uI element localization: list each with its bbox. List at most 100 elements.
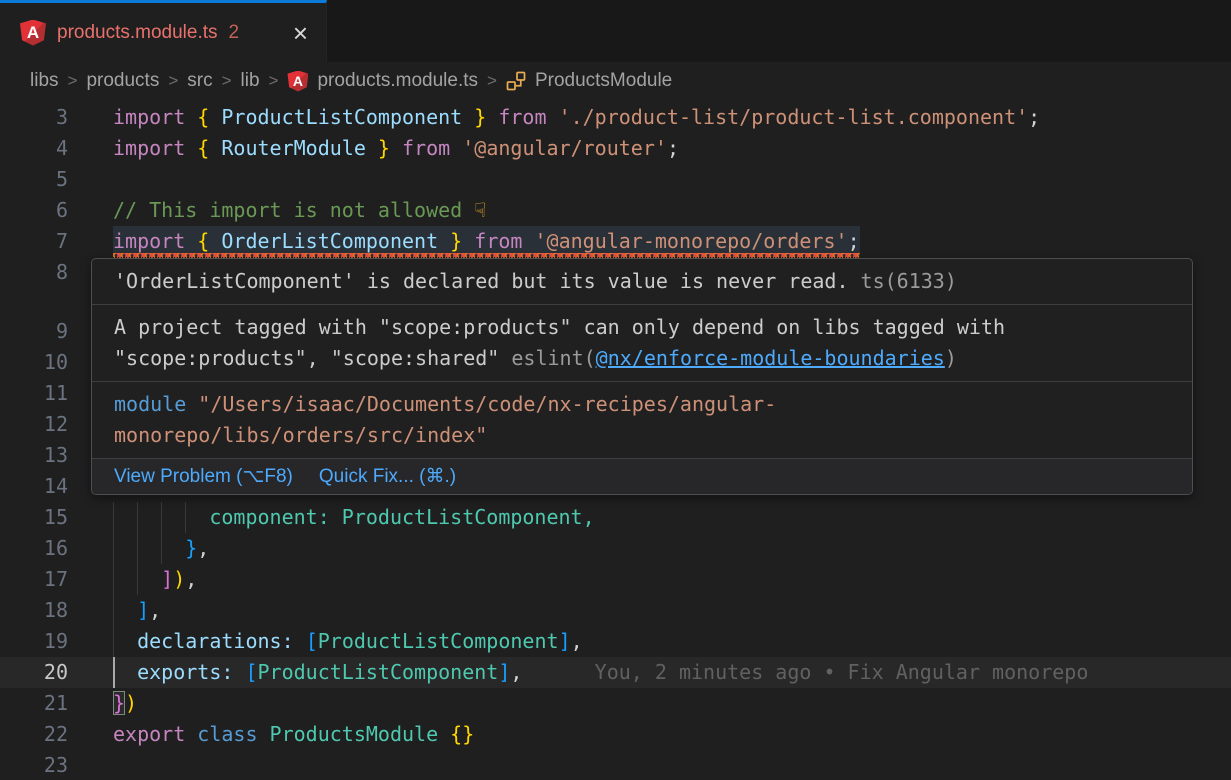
code-token: ]: [498, 660, 510, 684]
breadcrumb-item-src[interactable]: src: [187, 70, 212, 92]
code-line-content[interactable]: exports: [ProductListComponent],You, 2 m…: [113, 657, 1231, 688]
view-problem-action[interactable]: View Problem (⌥F8): [114, 465, 293, 488]
indent-guide: [137, 502, 138, 533]
code-token: ): [945, 346, 957, 370]
line-number[interactable]: 15: [0, 502, 68, 533]
code-line-20: 20 exports: [ProductListComponent],You, …: [0, 657, 1231, 688]
breadcrumb-item-lib[interactable]: lib: [241, 70, 260, 92]
error-highlighted-statement[interactable]: import { OrderListComponent } from '@ang…: [113, 226, 860, 257]
code-token: declarations:: [137, 629, 294, 653]
indent-guide: [161, 533, 162, 564]
code-line-19: 19 declarations: [ProductListComponent],: [0, 626, 1231, 657]
code-token: [294, 629, 306, 653]
tab-products-module[interactable]: A products.module.ts 2 ×: [0, 0, 327, 62]
code-line-content[interactable]: },: [113, 533, 1231, 564]
code-token: ]: [137, 598, 149, 622]
code-line-content[interactable]: ]),: [113, 564, 1231, 595]
line-number[interactable]: 17: [0, 564, 68, 595]
code-line-content[interactable]: export class ProductsModule {}: [113, 719, 1231, 750]
indent-guide: [137, 533, 138, 564]
close-icon[interactable]: ×: [289, 20, 312, 46]
indent-guide: [113, 626, 114, 657]
popup-message-line: A project tagged with "scope:products" c…: [114, 312, 1170, 343]
code-line-21: 21}): [0, 688, 1231, 719]
popup-actions: View Problem (⌥F8) Quick Fix... (⌘.): [92, 458, 1192, 494]
code-line-23: 23: [0, 750, 1231, 780]
code-line-5: 5: [0, 164, 1231, 195]
breadcrumb-item-libs[interactable]: libs: [30, 70, 59, 92]
code-token: from: [390, 136, 462, 160]
line-number[interactable]: 8: [0, 257, 68, 288]
line-number[interactable]: 3: [0, 102, 68, 133]
line-number[interactable]: 9: [0, 316, 68, 347]
line-number[interactable]: 21: [0, 688, 68, 719]
vscode-window: A products.module.ts 2 × libs > products > s…: [0, 0, 1231, 780]
code-token: RouterModule: [221, 136, 366, 160]
code-token: {: [197, 105, 221, 129]
line-number[interactable]: 14: [0, 471, 68, 502]
line-number[interactable]: 19: [0, 626, 68, 657]
code-line-7: 7 import { OrderListComponent } from '@an…: [0, 226, 1231, 257]
line-number[interactable]: 13: [0, 440, 68, 471]
tab-title: products.module.ts: [57, 22, 218, 44]
code-token: [113, 629, 137, 653]
code-token: eslint(: [511, 346, 595, 370]
code-line-content[interactable]: [113, 164, 1231, 195]
angular-file-icon: A: [287, 71, 308, 92]
line-number[interactable]: 7: [0, 226, 68, 257]
code-token: class: [197, 722, 269, 746]
code-token: ,: [510, 660, 522, 684]
code-line-content[interactable]: }): [113, 688, 1231, 719]
code-token: ): [125, 691, 137, 715]
code-token: export: [113, 722, 197, 746]
code-token: ts(6133): [849, 269, 957, 293]
breadcrumb-separator: >: [487, 71, 497, 91]
code-line-content[interactable]: import { OrderListComponent } from '@ang…: [113, 226, 1231, 257]
editor[interactable]: 3 import { ProductListComponent } from '.…: [0, 100, 1231, 780]
code-token: }: [438, 229, 462, 253]
code-token: }: [185, 536, 197, 560]
code-line-content[interactable]: declarations: [ProductListComponent],: [113, 626, 1231, 657]
code-line-content[interactable]: import { RouterModule } from '@angular/r…: [113, 133, 1231, 164]
code-line-content[interactable]: [113, 750, 1231, 780]
line-number[interactable]: 22: [0, 719, 68, 750]
breadcrumb-item-products[interactable]: products: [86, 70, 159, 92]
code-token: [: [245, 660, 257, 684]
code-line-content[interactable]: // This import is not allowed ☟: [113, 195, 1231, 226]
line-number[interactable]: 6: [0, 195, 68, 226]
breadcrumb-file[interactable]: products.module.ts: [317, 70, 478, 92]
code-token: ;: [667, 136, 679, 160]
code-token: A project tagged with "scope:products" c…: [114, 315, 1005, 339]
code-line-15: 15 component: ProductListComponent,: [0, 502, 1231, 533]
line-number[interactable]: 10: [0, 347, 68, 378]
code-line-content[interactable]: component: ProductListComponent,: [113, 502, 1231, 533]
breadcrumb-separator: >: [168, 71, 178, 91]
git-blame-annotation[interactable]: You, 2 minutes ago • Fix Angular monorep…: [595, 660, 1089, 684]
breadcrumb-folders: libs>products>src>lib>: [30, 70, 278, 92]
angular-file-icon: A: [20, 20, 46, 46]
code-token: monorepo/libs/orders/src/index": [114, 423, 487, 447]
code-token: OrderListComponent: [221, 229, 438, 253]
code-line-17: 17 ]),: [0, 564, 1231, 595]
line-number[interactable]: 4: [0, 133, 68, 164]
code-line-content[interactable]: import { ProductListComponent } from './…: [113, 102, 1231, 133]
line-number[interactable]: 16: [0, 533, 68, 564]
code-token: from: [486, 105, 558, 129]
line-number[interactable]: 18: [0, 595, 68, 626]
code-line-content[interactable]: ],: [113, 595, 1231, 626]
breadcrumb-symbol[interactable]: ProductsModule: [535, 70, 672, 92]
line-number[interactable]: 12: [0, 409, 68, 440]
line-number[interactable]: 20: [0, 657, 68, 688]
eslint-rule-link[interactable]: @nx/enforce-module-boundaries: [596, 346, 945, 370]
popup-section-1: 'OrderListComponent' is declared but its…: [92, 259, 1192, 304]
popup-message-line: monorepo/libs/orders/src/index": [114, 420, 1170, 451]
code-token: ProductsModule: [270, 722, 439, 746]
code-token: ProductListComponent: [221, 105, 462, 129]
quick-fix-action[interactable]: Quick Fix... (⌘.): [319, 465, 456, 488]
tab-problems-badge: 2: [229, 22, 240, 44]
line-number[interactable]: 11: [0, 378, 68, 409]
line-number[interactable]: 5: [0, 164, 68, 195]
line-number[interactable]: 23: [0, 750, 68, 780]
indent-guide: [113, 502, 114, 533]
class-symbol-icon: [506, 71, 526, 91]
